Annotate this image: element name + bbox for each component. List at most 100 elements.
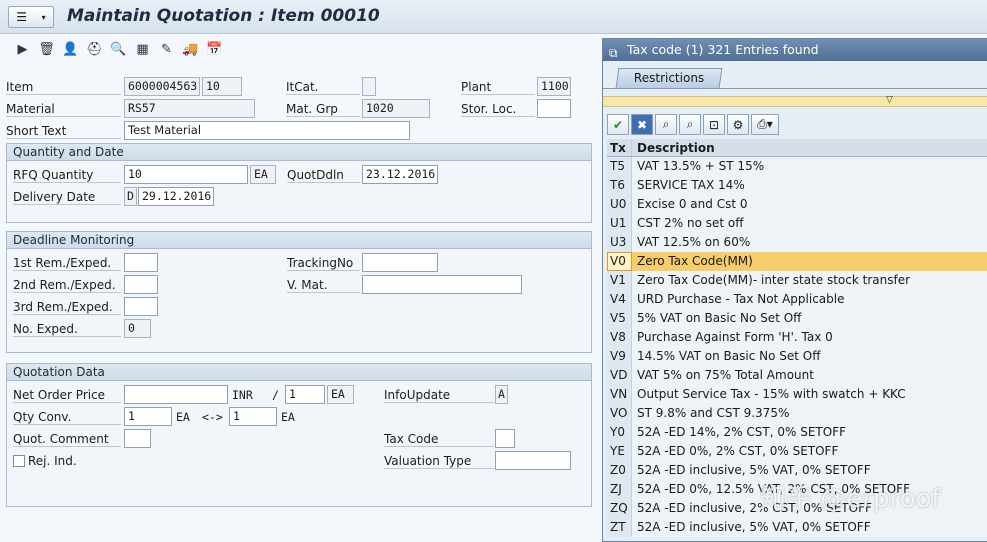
matgrp-field[interactable]: 1020 xyxy=(362,99,430,118)
group-title: Deadline Monitoring xyxy=(7,232,591,249)
quot-comment-field[interactable] xyxy=(124,429,151,448)
item-number-field[interactable]: 6000004563 xyxy=(124,77,200,96)
description-cell: 52A -ED 14%, 2% CST, 0% SETOFF xyxy=(632,423,987,442)
list-item[interactable]: ZT 52A -ED inclusive, 5% VAT, 0% SETOFF xyxy=(607,518,987,537)
tax-code-cell: YE xyxy=(607,442,632,461)
list-item[interactable]: T5 VAT 13.5% + ST 15% xyxy=(607,157,987,176)
filter-icon[interactable]: ⊡ xyxy=(703,114,725,135)
rem2-field[interactable] xyxy=(124,275,158,294)
restrictions-toggle-bar[interactable]: ▽ xyxy=(603,95,987,107)
tab-label: Restrictions xyxy=(633,71,705,85)
shorttext-field[interactable]: Test Material xyxy=(124,121,410,140)
net-price-label: Net Order Price xyxy=(13,388,121,403)
description-cell: Purchase Against Form 'H'. Tax 0 xyxy=(632,328,987,347)
trash-icon[interactable]: 🗑 xyxy=(38,41,55,58)
edit-icon[interactable]: ✎ xyxy=(158,41,175,58)
column-header-tx[interactable]: Tx xyxy=(607,139,632,156)
tax-code-cell: V9 xyxy=(607,347,632,366)
item-position-field[interactable]: 10 xyxy=(202,77,242,96)
find-next-icon[interactable]: ⌕ xyxy=(679,114,701,135)
list-item[interactable]: V8 Purchase Against Form 'H'. Tax 0 xyxy=(607,328,987,347)
title-bar: ☰ ▾ Maintain Quotation : Item 00010 xyxy=(0,0,987,34)
tracking-label: TrackingNo xyxy=(287,256,360,271)
list-item[interactable]: U0 Excise 0 and Cst 0 xyxy=(607,195,987,214)
list-item[interactable]: YE 52A -ED 0%, 2% CST, 0% SETOFF xyxy=(607,442,987,461)
hat-icon[interactable]: ⛑ xyxy=(86,41,103,58)
rem3-field[interactable] xyxy=(124,297,158,316)
info-update-field[interactable]: A xyxy=(495,385,508,404)
shorttext-label: Short Text xyxy=(6,124,121,139)
truck-icon[interactable]: 🚚 xyxy=(182,41,199,58)
rfq-unit-field[interactable]: EA xyxy=(250,165,276,184)
rej-ind-checkbox[interactable] xyxy=(13,455,25,467)
tax-code-field[interactable] xyxy=(495,429,515,448)
cancel-icon[interactable]: ✖ xyxy=(631,114,653,135)
list-item[interactable]: T6 SERVICE TAX 14% xyxy=(607,176,987,195)
list-item[interactable]: U3 VAT 12.5% on 60% xyxy=(607,233,987,252)
list-item[interactable]: VD VAT 5% on 75% Total Amount xyxy=(607,366,987,385)
list-item[interactable]: V9 14.5% VAT on Basic No Set Off xyxy=(607,347,987,366)
find-icon[interactable]: ⌕ xyxy=(655,114,677,135)
check-icon[interactable]: ✔ xyxy=(607,114,629,135)
quot-comment-label: Quot. Comment xyxy=(13,432,121,447)
list-item[interactable]: U1 CST 2% no set off xyxy=(607,214,987,233)
no-exped-field[interactable]: 0 xyxy=(124,319,151,338)
description-cell: Excise 0 and Cst 0 xyxy=(632,195,987,214)
price-uom-field[interactable]: EA xyxy=(327,385,354,404)
system-menu-button[interactable]: ☰ ▾ xyxy=(8,6,54,28)
description-cell: CST 2% no set off xyxy=(632,214,987,233)
qty-conv-label: Qty Conv. xyxy=(13,410,121,425)
item-label: Item xyxy=(6,80,121,95)
print-icon[interactable]: ⎙▾ xyxy=(751,114,779,135)
popup-title-text: Tax code (1) 321 Entries found xyxy=(627,42,819,57)
list-item[interactable]: VO ST 9.8% and CST 9.375% xyxy=(607,404,987,423)
list-item[interactable]: V1 Zero Tax Code(MM)- inter state stock t… xyxy=(607,271,987,290)
rfq-quantity-field[interactable]: 10 xyxy=(124,165,248,184)
column-header-description[interactable]: Description xyxy=(632,139,987,156)
plant-field[interactable]: 1100 xyxy=(537,77,571,96)
vmat-label: V. Mat. xyxy=(287,278,360,293)
rem1-field[interactable] xyxy=(124,253,158,272)
description-cell: 52A -ED inclusive, 5% VAT, 0% SETOFF xyxy=(632,518,987,537)
list-header: Tx Description xyxy=(607,139,987,157)
tab-restrictions[interactable]: Restrictions xyxy=(615,68,723,88)
list-item[interactable]: VN Output Service Tax - 15% with swatch +… xyxy=(607,385,987,404)
price-unit-field[interactable]: 1 xyxy=(285,385,325,404)
calendar-icon[interactable]: 📅 xyxy=(206,41,223,58)
settings-icon[interactable]: ⚙ xyxy=(727,114,749,135)
description-cell: 52A -ED 0%, 2% CST, 0% SETOFF xyxy=(632,442,987,461)
rej-ind-label: Rej. Ind. xyxy=(28,454,77,468)
delivery-date-type-field[interactable]: D xyxy=(124,187,137,206)
rem3-label: 3rd Rem./Exped. xyxy=(13,300,121,315)
tab-divider xyxy=(603,88,987,89)
expand-arrow-icon[interactable]: ▽ xyxy=(886,95,893,105)
valuation-type-label: Valuation Type xyxy=(384,454,494,469)
description-cell: Output Service Tax - 15% with swatch + K… xyxy=(632,385,987,404)
list-item[interactable]: V5 5% VAT on Basic No Set Off xyxy=(607,309,987,328)
tax-code-cell: Y0 xyxy=(607,423,632,442)
net-price-field[interactable] xyxy=(124,385,228,404)
partner-icon[interactable]: 👤 xyxy=(62,41,79,58)
no-exped-label: No. Exped. xyxy=(13,322,121,337)
conv-left-unit: EA xyxy=(176,410,190,424)
list-item[interactable]: Y0 52A -ED 14%, 2% CST, 0% SETOFF xyxy=(607,423,987,442)
valuation-type-field[interactable] xyxy=(495,451,571,470)
tax-code-cell: T5 xyxy=(607,157,632,176)
tracking-field[interactable] xyxy=(362,253,438,272)
tax-code-cell: VO xyxy=(607,404,632,423)
itcat-label: ItCat. xyxy=(286,80,360,95)
list-item[interactable]: V0 Zero Tax Code(MM) xyxy=(607,252,987,271)
itcat-field[interactable] xyxy=(362,77,376,96)
structure-icon[interactable]: ▦ xyxy=(134,41,151,58)
storloc-field[interactable] xyxy=(537,99,571,118)
conv-left-field[interactable]: 1 xyxy=(124,407,172,426)
quotddln-field[interactable]: 23.12.2016 xyxy=(362,165,438,184)
zoom-icon[interactable]: 🔍 xyxy=(110,41,127,58)
vmat-field[interactable] xyxy=(362,275,522,294)
popup-toolbar: ✔ ✖ ⌕ ⌕ ⊡ ⚙ ⎙▾ xyxy=(607,114,779,136)
material-field[interactable]: RS57 xyxy=(124,99,255,118)
conv-right-field[interactable]: 1 xyxy=(229,407,277,426)
list-item[interactable]: V4 URD Purchase - Tax Not Applicable xyxy=(607,290,987,309)
delivery-date-field[interactable]: 29.12.2016 xyxy=(138,187,214,206)
arrow-right-icon[interactable]: ▶ xyxy=(14,41,31,58)
